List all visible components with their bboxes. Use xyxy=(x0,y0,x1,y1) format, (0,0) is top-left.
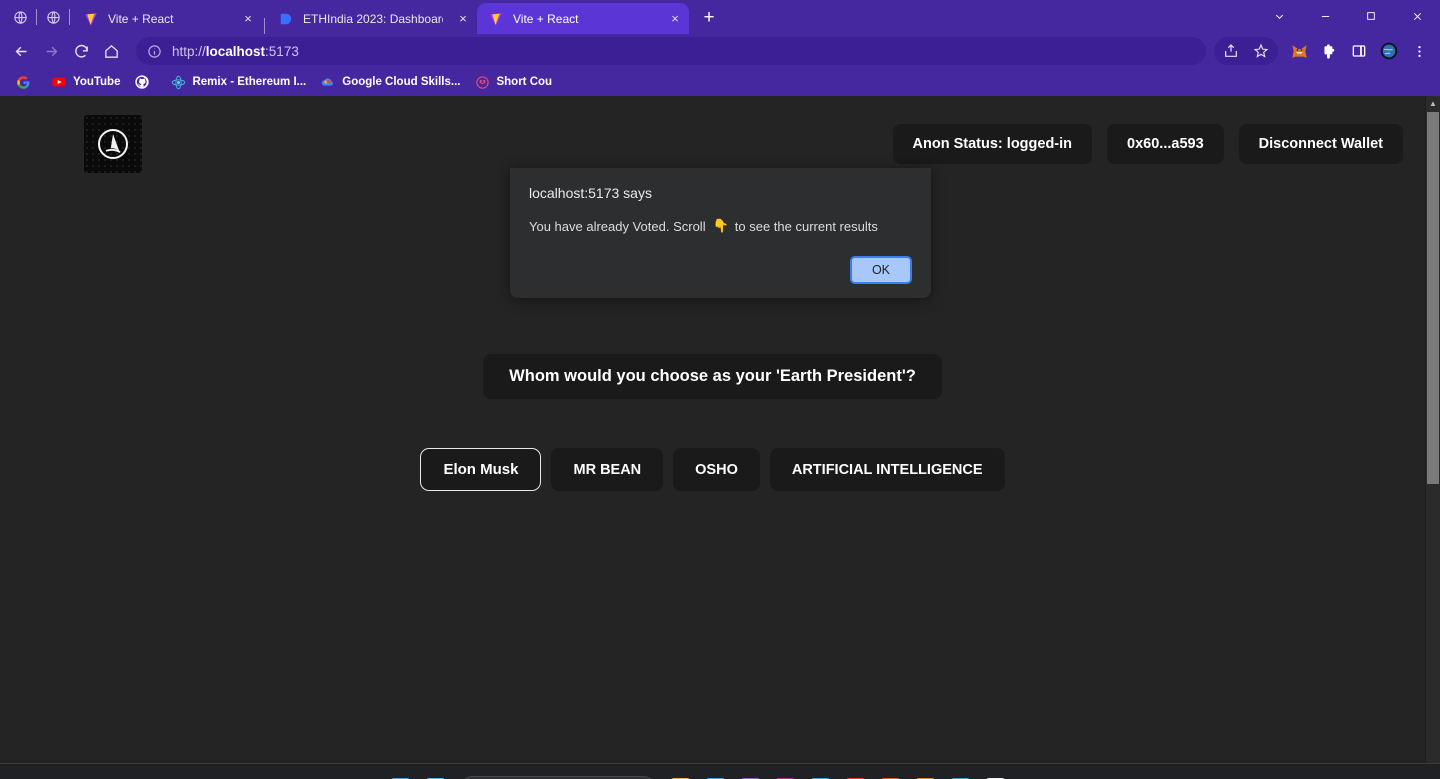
tab-list-chevron-icon[interactable] xyxy=(1256,0,1302,32)
youtube-icon xyxy=(51,74,67,90)
bookmark-google-cloud-skills[interactable]: Google Cloud Skills... xyxy=(313,71,467,93)
address-bar[interactable]: http://localhost:5173 xyxy=(136,37,1206,65)
bookmark-remix-label: Remix - Ethereum I... xyxy=(192,76,307,88)
toolbar-right-icons xyxy=(1214,36,1434,66)
minimize-window-button[interactable] xyxy=(1302,0,1348,32)
bookmark-short-courses-label: Short Cou xyxy=(496,76,553,88)
home-button[interactable] xyxy=(96,36,126,66)
forward-button[interactable] xyxy=(36,36,66,66)
bookmark-youtube-label: YouTube xyxy=(73,76,121,88)
windows-taskbar: 74°F Clear ENG 9:03 xyxy=(0,763,1440,779)
dialog-message: You have already Voted. Scroll 👇 to see … xyxy=(529,218,912,234)
poll-option-artificial-intelligence[interactable]: ARTIFICIAL INTELLIGENCE xyxy=(769,448,1005,491)
metamask-extension-icon[interactable] xyxy=(1284,36,1314,66)
dialog-message-before: You have already Voted. Scroll xyxy=(529,218,706,234)
window-controls xyxy=(1256,0,1440,32)
dialog-actions: OK xyxy=(529,256,912,284)
wallet-address-pill[interactable]: 0x60...a593 xyxy=(1107,124,1224,164)
tab-group-icons xyxy=(6,0,72,34)
browser-menu-icon[interactable] xyxy=(1404,36,1434,66)
vite-icon xyxy=(83,11,99,27)
browser-toolbar: http://localhost:5173 xyxy=(0,34,1440,68)
browser-tab-1[interactable]: Vite + React × xyxy=(72,3,262,34)
taskbar-pinned-apps xyxy=(390,775,1006,779)
info-circle-icon[interactable] xyxy=(146,43,162,59)
header-actions: Anon Status: logged-in 0x60...a593 Disco… xyxy=(892,124,1403,164)
tab-strip: Vite + React × ETHIndia 2023: Dashboard … xyxy=(0,0,1440,34)
bookmark-github[interactable] xyxy=(127,71,163,93)
pointing-down-emoji-icon: 👇 xyxy=(712,218,729,233)
page-viewport: Anon Status: logged-in 0x60...a593 Disco… xyxy=(0,96,1440,779)
tab-search-globe-icon[interactable] xyxy=(6,2,34,32)
google-icon xyxy=(15,74,31,90)
dialog-message-after: to see the current results xyxy=(734,218,878,234)
close-tab-2-button[interactable]: × xyxy=(453,9,473,29)
poll-option-osho[interactable]: OSHO xyxy=(673,448,760,491)
omnibox-action-pill xyxy=(1214,37,1278,65)
browser-window: Vite + React × ETHIndia 2023: Dashboard … xyxy=(0,0,1440,779)
tab-strip-divider xyxy=(36,9,37,25)
anon-status-pill[interactable]: Anon Status: logged-in xyxy=(892,124,1093,164)
tab-divider-1 xyxy=(264,18,265,34)
bookmark-google[interactable] xyxy=(8,71,44,93)
poll-question: Whom would you choose as your 'Earth Pre… xyxy=(483,354,942,399)
poll-option-elon-musk[interactable]: Elon Musk xyxy=(420,448,542,491)
browser-tab-2-title: ETHIndia 2023: Dashboard | Dev xyxy=(303,11,443,26)
dialog-ok-button[interactable]: OK xyxy=(849,256,912,284)
browser-tab-3-title: Vite + React xyxy=(513,11,579,26)
bookmark-star-icon[interactable] xyxy=(1246,36,1276,66)
maximize-window-button[interactable] xyxy=(1348,0,1394,32)
bookmark-youtube[interactable]: YouTube xyxy=(44,71,127,93)
profile-avatar-icon[interactable] xyxy=(1374,36,1404,66)
remix-icon xyxy=(170,74,186,90)
close-tab-1-button[interactable]: × xyxy=(238,9,258,29)
bookmark-remix[interactable]: Remix - Ethereum I... xyxy=(163,71,313,93)
share-icon[interactable] xyxy=(1216,36,1246,66)
google-cloud-icon xyxy=(320,74,336,90)
browser-tab-1-title: Vite + React xyxy=(108,11,174,26)
deeplearning-icon xyxy=(474,74,490,90)
close-tab-3-button[interactable]: × xyxy=(665,9,685,29)
tab-strip-divider-2 xyxy=(69,9,70,25)
vite-icon xyxy=(488,11,504,27)
browser-tab-2[interactable]: ETHIndia 2023: Dashboard | Dev × xyxy=(267,3,477,34)
page-vertical-scrollbar[interactable]: ▲ ▼ xyxy=(1425,96,1440,779)
extensions-puzzle-icon[interactable] xyxy=(1314,36,1344,66)
anon-aadhaar-logo xyxy=(84,115,142,173)
url-text: http://localhost:5173 xyxy=(172,43,299,59)
new-tab-button[interactable]: + xyxy=(695,4,723,32)
scroll-up-arrow-icon[interactable]: ▲ xyxy=(1426,96,1440,111)
disconnect-wallet-button[interactable]: Disconnect Wallet xyxy=(1238,124,1403,164)
bookmark-google-cloud-skills-label: Google Cloud Skills... xyxy=(342,76,461,88)
github-icon xyxy=(134,74,150,90)
close-window-button[interactable] xyxy=(1394,0,1440,32)
scrollbar-thumb[interactable] xyxy=(1427,112,1439,484)
browser-tab-3[interactable]: Vite + React × xyxy=(477,3,689,34)
poll-option-mr-bean[interactable]: MR BEAN xyxy=(551,448,664,491)
dialog-origin-text: localhost:5173 says xyxy=(529,185,652,201)
taskbar-inner: 74°F Clear ENG 9:03 xyxy=(0,768,1440,779)
devfolio-icon xyxy=(278,11,294,27)
side-panel-icon[interactable] xyxy=(1344,36,1374,66)
reload-button[interactable] xyxy=(66,36,96,66)
poll-options: Elon Musk MR BEAN OSHO ARTIFICIAL INTELL… xyxy=(420,448,1005,491)
tab-group-globe-icon[interactable] xyxy=(39,2,67,32)
poll-section: Whom would you choose as your 'Earth Pre… xyxy=(0,354,1425,491)
taskbar-search-box[interactable] xyxy=(460,775,656,779)
bookmarks-bar: YouTube Remix - Ethereum I... Google Clo… xyxy=(0,68,1440,96)
back-button[interactable] xyxy=(6,36,36,66)
javascript-alert-dialog: localhost:5173 says You have already Vot… xyxy=(510,168,931,298)
bookmark-short-courses[interactable]: Short Cou xyxy=(467,71,559,93)
